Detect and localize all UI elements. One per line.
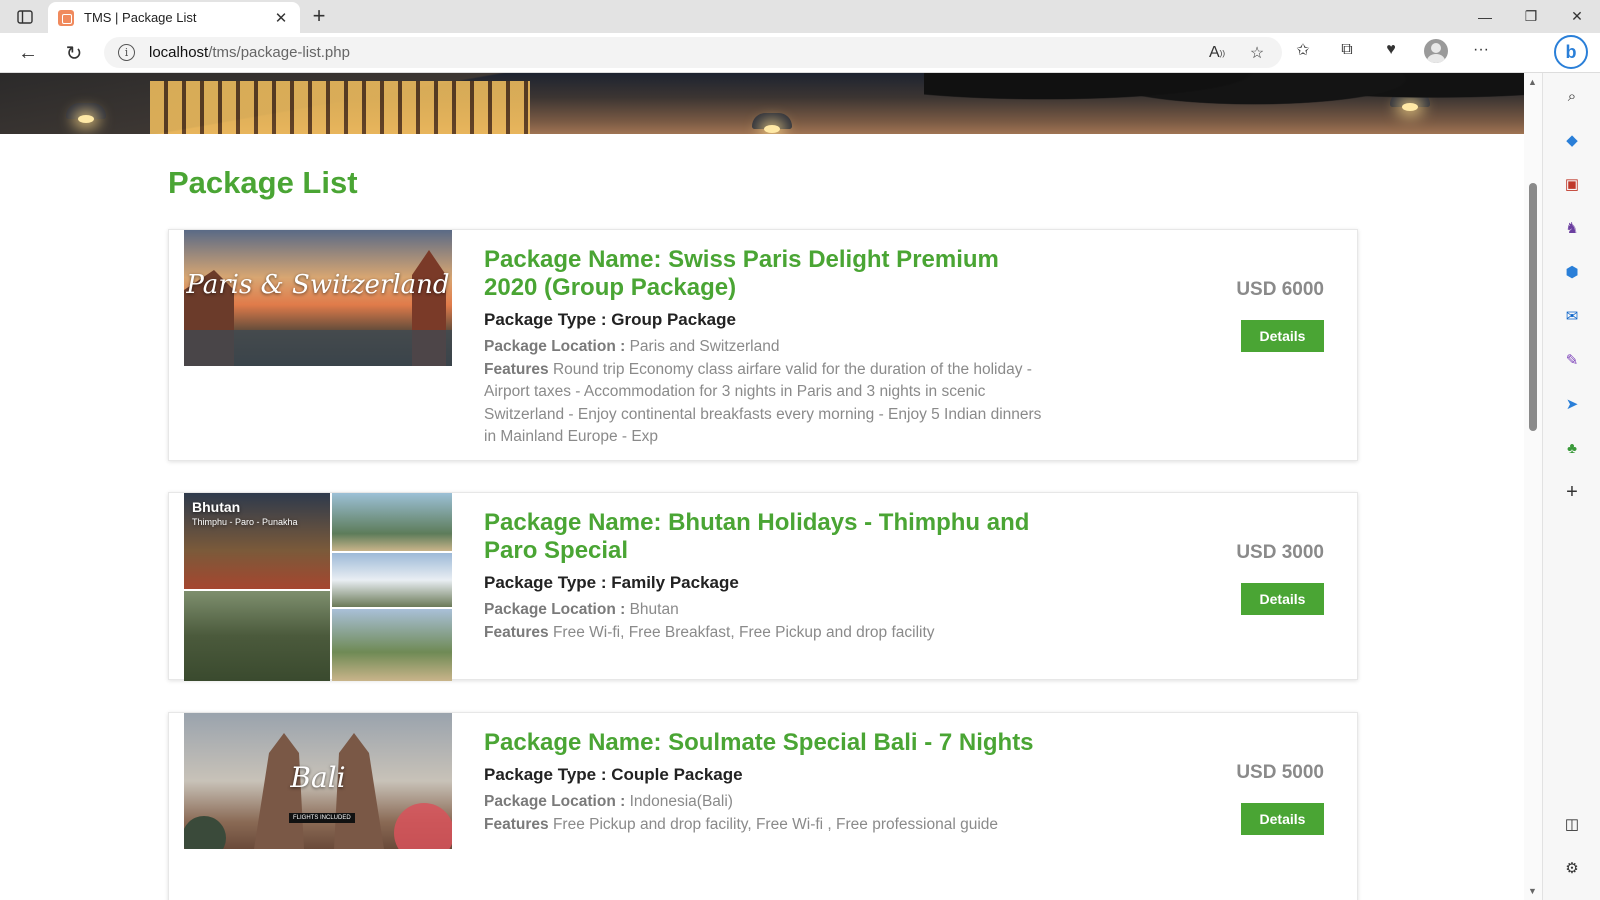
package-name: Package Name: Swiss Paris Delight Premiu…	[484, 246, 999, 301]
package-image-subcaption: Thimphu - Paro - Punakha	[192, 517, 298, 527]
package-type: Package Type : Couple Package	[484, 765, 743, 784]
features-label: Features	[484, 623, 549, 641]
package-features: Free Wi-fi, Free Breakfast, Free Pickup …	[552, 623, 935, 641]
add-sidebar-app-icon[interactable]: +	[1561, 481, 1583, 503]
location-label: Package Location :	[484, 601, 626, 618]
designer-icon[interactable]: ✎	[1561, 349, 1583, 371]
read-aloud-icon[interactable]: A))	[1206, 42, 1228, 64]
shopping-tag-icon[interactable]: ◆	[1561, 129, 1583, 151]
page-title: Package List	[168, 165, 358, 200]
browser-essentials-icon[interactable]: ♥	[1380, 39, 1402, 61]
package-location: Indonesia(Bali)	[629, 793, 733, 810]
active-tab[interactable]: TMS | Package List ✕	[48, 2, 300, 33]
details-button[interactable]: Details	[1241, 803, 1324, 835]
restore-icon[interactable]: ❐	[1508, 0, 1554, 33]
features-label: Features	[484, 815, 549, 833]
outlook-icon[interactable]: ✉	[1561, 305, 1583, 327]
package-image: Bhutan Thimphu - Paro - Punakha	[184, 493, 452, 681]
package-card: Bhutan Thimphu - Paro - Punakha Package …	[168, 492, 1358, 681]
package-price: USD 5000	[1236, 762, 1324, 783]
games-chess-icon[interactable]: ♞	[1561, 217, 1583, 239]
scrollbar-thumb[interactable]	[1529, 183, 1537, 431]
new-tab-icon[interactable]: +	[306, 5, 332, 27]
package-details: Package Location : Indonesia(Bali) Featu…	[484, 791, 1044, 836]
microsoft-365-icon[interactable]: ⬢	[1561, 261, 1583, 283]
package-type: Package Type : Family Package	[484, 573, 739, 592]
tree-icon[interactable]: ♣	[1561, 437, 1583, 459]
add-favorite-icon[interactable]: ☆	[1246, 42, 1268, 64]
settings-gear-icon[interactable]: ⚙	[1561, 857, 1583, 879]
site-info-icon[interactable]: i	[118, 44, 135, 61]
location-label: Package Location :	[484, 338, 626, 355]
search-icon[interactable]: ⌕	[1561, 85, 1583, 107]
split-view-icon[interactable]: ◫	[1561, 813, 1583, 835]
tab-title: TMS | Package List	[84, 10, 197, 25]
close-window-icon[interactable]: ✕	[1554, 0, 1600, 33]
favorites-icon[interactable]: ✩	[1292, 39, 1314, 61]
tab-bar: TMS | Package List ✕ + — ❐ ✕	[0, 0, 1600, 33]
edge-sidebar: ⌕ ◆ ▣ ♞ ⬢ ✉ ✎ ➤ ♣ + ◫ ⚙	[1542, 73, 1600, 900]
package-image-subcaption: FLIGHTS INCLUDED	[289, 813, 355, 823]
package-type: Package Type : Group Package	[484, 310, 736, 329]
location-label: Package Location :	[484, 793, 626, 810]
scroll-down-icon[interactable]: ▼	[1528, 886, 1537, 896]
package-card: Bali FLIGHTS INCLUDED Package Name: Soul…	[168, 712, 1358, 900]
features-label: Features	[484, 360, 549, 378]
profile-avatar[interactable]	[1424, 39, 1448, 63]
package-image-caption: Paris & Switzerland	[186, 270, 450, 300]
more-options-icon[interactable]: ···	[1470, 39, 1492, 61]
scroll-up-icon[interactable]: ▲	[1528, 77, 1537, 87]
tools-briefcase-icon[interactable]: ▣	[1561, 173, 1583, 195]
details-button[interactable]: Details	[1241, 583, 1324, 615]
details-button[interactable]: Details	[1241, 320, 1324, 352]
package-location: Paris and Switzerland	[629, 338, 780, 355]
package-name: Package Name: Soulmate Special Bali - 7 …	[484, 729, 1034, 756]
address-bar[interactable]: i localhost/tms/package-list.php A)) ☆	[104, 37, 1282, 68]
send-icon[interactable]: ➤	[1561, 393, 1583, 415]
package-image: Bali FLIGHTS INCLUDED	[184, 713, 452, 849]
tms-favicon-icon	[58, 9, 74, 26]
page-viewport: Package List Paris & Switzerland Package…	[0, 73, 1524, 900]
package-details: Package Location : Paris and Switzerland…	[484, 336, 1044, 449]
package-location: Bhutan	[629, 601, 679, 618]
bing-copilot-icon[interactable]: b	[1554, 35, 1588, 69]
back-icon[interactable]: ←	[14, 41, 42, 65]
package-card: Paris & Switzerland Package Name: Swiss …	[168, 229, 1358, 461]
package-image-caption: Bhutan	[192, 499, 241, 515]
url-host: localhost	[149, 44, 209, 61]
package-features: Round trip Economy class airfare valid f…	[484, 360, 1042, 446]
package-details: Package Location : Bhutan Features Free …	[484, 599, 1044, 644]
tab-actions-icon[interactable]	[12, 6, 38, 28]
address-toolbar: ← ↻ i localhost/tms/package-list.php A))…	[0, 33, 1600, 73]
package-name: Package Name: Bhutan Holidays - Thimphu …	[484, 509, 1030, 564]
close-tab-icon[interactable]: ✕	[272, 9, 290, 27]
package-image: Paris & Switzerland	[184, 230, 452, 366]
package-features: Free Pickup and drop facility, Free Wi-f…	[552, 815, 999, 833]
refresh-icon[interactable]: ↻	[60, 41, 88, 65]
package-image-caption: Bali	[290, 761, 346, 794]
minimize-icon[interactable]: —	[1462, 0, 1508, 33]
package-price: USD 3000	[1236, 542, 1324, 563]
url-path: /tms/package-list.php	[208, 44, 350, 61]
collections-icon[interactable]: ⧉	[1336, 39, 1358, 61]
hero-banner-image	[0, 73, 1524, 134]
vertical-scrollbar[interactable]: ▲ ▼	[1524, 73, 1542, 900]
package-price: USD 6000	[1236, 279, 1324, 300]
